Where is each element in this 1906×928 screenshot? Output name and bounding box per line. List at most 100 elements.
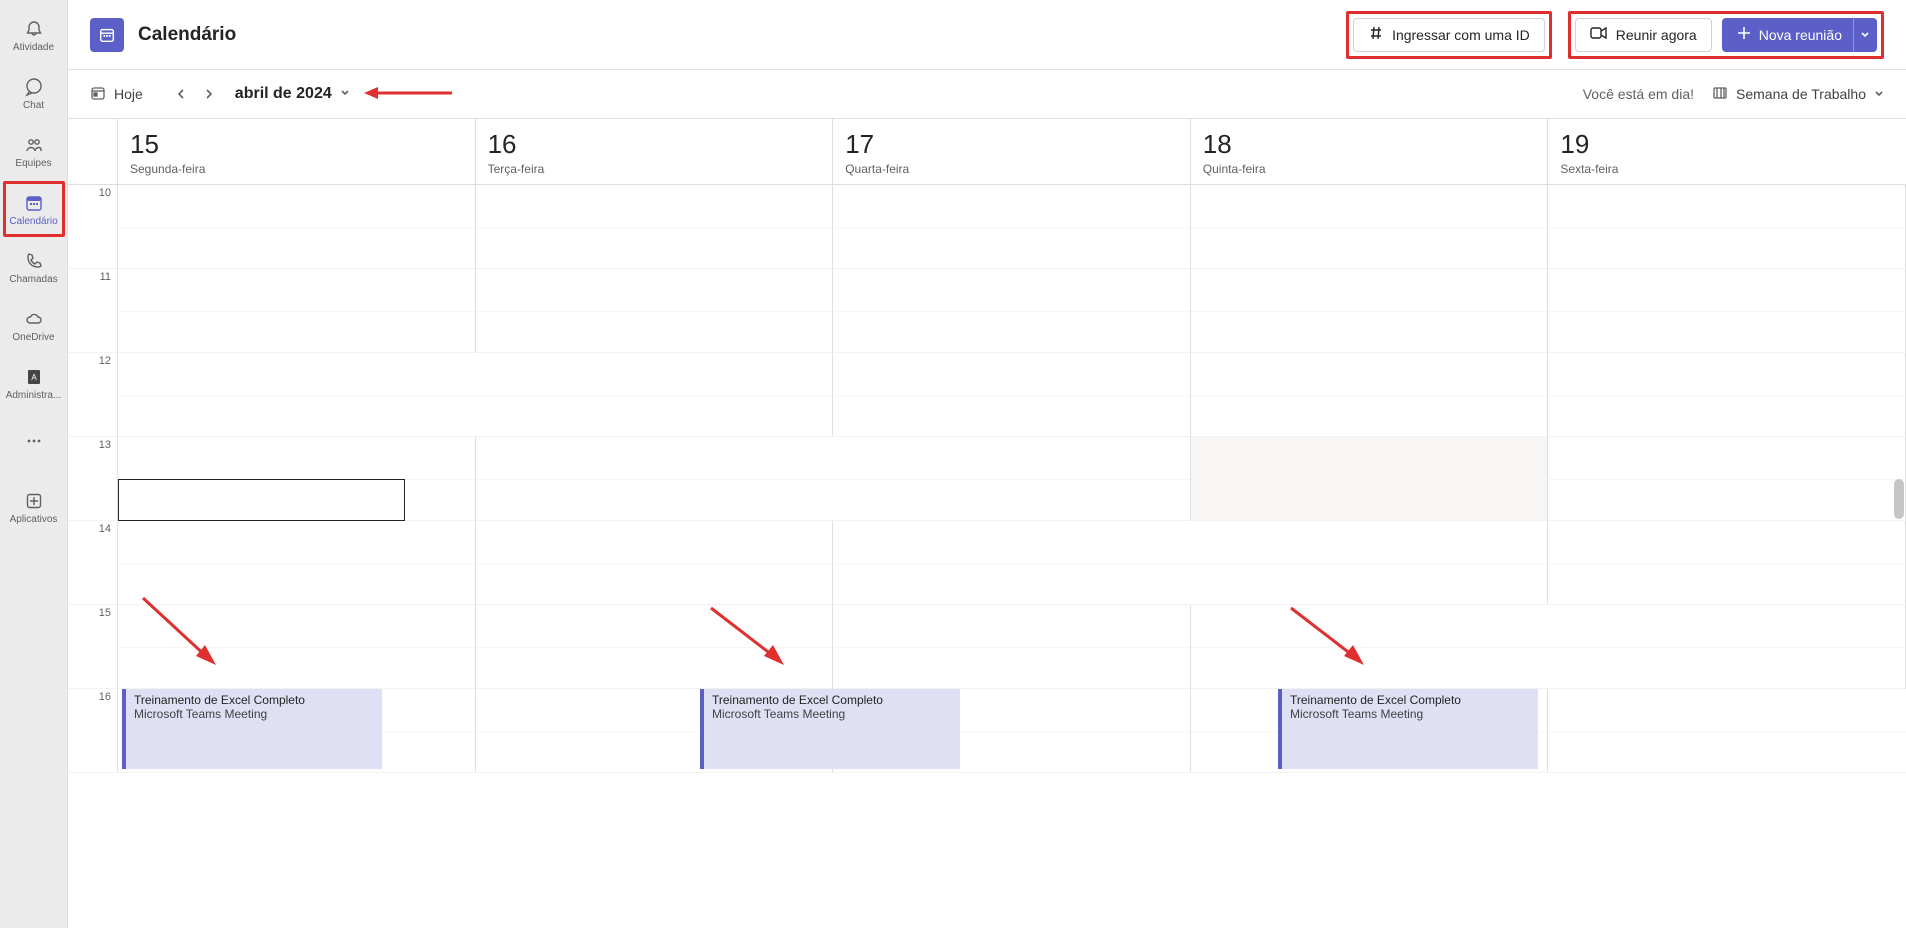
time-slot[interactable]: [118, 353, 476, 437]
top-bar: Calendário Ingressar com uma ID Reunir a…: [68, 0, 1906, 70]
time-slot[interactable]: [1191, 437, 1549, 521]
rail-label: Equipes: [15, 159, 51, 169]
rail-label: OneDrive: [12, 333, 54, 343]
chevron-down-icon: [340, 85, 350, 103]
new-meeting-label: Nova reunião: [1759, 27, 1842, 43]
plus-icon: [1737, 26, 1751, 43]
calendar-icon: [22, 191, 46, 215]
time-slot[interactable]: [476, 269, 834, 353]
rail-item-calls[interactable]: Chamadas: [3, 239, 65, 295]
time-slot[interactable]: [1548, 185, 1906, 269]
time-slot[interactable]: [118, 605, 476, 689]
prev-week-button[interactable]: [167, 80, 195, 108]
chat-icon: [22, 75, 46, 99]
annotation-box-meet: Reunir agora Nova reunião: [1568, 11, 1884, 59]
time-slot[interactable]: [476, 521, 834, 605]
rail-item-chat[interactable]: Chat: [3, 65, 65, 121]
chevron-down-icon: [1860, 27, 1870, 43]
time-slot[interactable]: [1548, 605, 1906, 689]
calendar-event[interactable]: Treinamento de Excel Completo Microsoft …: [1278, 689, 1538, 769]
time-slot[interactable]: [118, 521, 476, 605]
time-slot[interactable]: [118, 269, 476, 353]
rail-item-calendar[interactable]: Calendário: [3, 181, 65, 237]
annotation-box-join: Ingressar com uma ID: [1346, 11, 1552, 59]
calendar-app-icon: [90, 18, 124, 52]
month-picker[interactable]: abril de 2024: [235, 85, 350, 103]
time-slot[interactable]: [118, 437, 476, 521]
time-slot[interactable]: [833, 185, 1191, 269]
apps-icon: [22, 489, 46, 513]
today-button[interactable]: Hoje: [90, 85, 143, 104]
bell-icon: [22, 17, 46, 41]
day-header[interactable]: 19Sexta-feira: [1548, 119, 1906, 184]
rail-label: Aplicativos: [10, 515, 58, 525]
next-week-button[interactable]: [195, 80, 223, 108]
time-label: 10: [68, 185, 118, 269]
new-meeting-dropdown[interactable]: [1853, 18, 1877, 52]
time-slot[interactable]: [1548, 353, 1906, 437]
scrollbar-thumb[interactable]: [1894, 479, 1904, 519]
hash-icon: [1368, 25, 1384, 44]
rail-item-more[interactable]: [3, 413, 65, 469]
video-icon: [1590, 25, 1608, 44]
time-label: 13: [68, 437, 118, 521]
time-label: 12: [68, 353, 118, 437]
calendar-event[interactable]: Treinamento de Excel Completo Microsoft …: [700, 689, 960, 769]
time-slot[interactable]: [1191, 521, 1549, 605]
admin-icon: A: [22, 365, 46, 389]
time-slot[interactable]: [1191, 269, 1549, 353]
calendar-grid: 15Segunda-feira 16Terça-feira 17Quarta-f…: [68, 118, 1906, 928]
page-title: Calendário: [138, 24, 236, 46]
more-icon: [22, 429, 46, 453]
rail-label: Calendário: [9, 217, 57, 227]
svg-text:A: A: [31, 373, 37, 382]
grid-body[interactable]: 10111213141516 Treinamento de Excel Comp…: [68, 185, 1906, 928]
time-label: 15: [68, 605, 118, 689]
left-rail: Atividade Chat Equipes Calendário Chamad…: [0, 0, 68, 928]
time-slot[interactable]: [1548, 269, 1906, 353]
main-area: Calendário Ingressar com uma ID Reunir a…: [68, 0, 1906, 928]
meet-now-button[interactable]: Reunir agora: [1575, 18, 1712, 52]
day-header-row: 15Segunda-feira 16Terça-feira 17Quarta-f…: [68, 119, 1906, 185]
view-label: Semana de Trabalho: [1736, 86, 1866, 102]
join-with-id-label: Ingressar com uma ID: [1392, 27, 1530, 43]
time-slot[interactable]: [476, 437, 834, 521]
cloud-icon: [22, 307, 46, 331]
time-slot[interactable]: [1548, 437, 1906, 521]
view-selector[interactable]: Semana de Trabalho: [1712, 85, 1884, 104]
view-icon: [1712, 85, 1728, 104]
time-slot[interactable]: [1191, 185, 1549, 269]
day-header[interactable]: 15Segunda-feira: [118, 119, 476, 184]
phone-icon: [22, 249, 46, 273]
time-slot[interactable]: [1548, 689, 1906, 773]
time-slot[interactable]: [833, 521, 1191, 605]
time-slot[interactable]: [476, 353, 834, 437]
day-header[interactable]: 16Terça-feira: [476, 119, 834, 184]
rail-item-activity[interactable]: Atividade: [3, 7, 65, 63]
time-slot[interactable]: [833, 269, 1191, 353]
day-header[interactable]: 18Quinta-feira: [1191, 119, 1549, 184]
time-label: 11: [68, 269, 118, 353]
time-slot[interactable]: [118, 185, 476, 269]
rail-item-teams[interactable]: Equipes: [3, 123, 65, 179]
time-slot[interactable]: [833, 437, 1191, 521]
day-header[interactable]: 17Quarta-feira: [833, 119, 1191, 184]
rail-item-admin[interactable]: A Administra...: [3, 355, 65, 411]
calendar-event[interactable]: Treinamento de Excel Completo Microsoft …: [122, 689, 382, 769]
time-slot[interactable]: [833, 353, 1191, 437]
new-meeting-button[interactable]: Nova reunião: [1722, 18, 1857, 52]
join-with-id-button[interactable]: Ingressar com uma ID: [1353, 18, 1545, 52]
rail-item-apps[interactable]: Aplicativos: [3, 479, 65, 535]
time-slot[interactable]: [476, 605, 834, 689]
rail-item-onedrive[interactable]: OneDrive: [3, 297, 65, 353]
time-slot[interactable]: [1191, 605, 1549, 689]
time-slot[interactable]: [1548, 521, 1906, 605]
time-slot[interactable]: [476, 185, 834, 269]
time-slot[interactable]: [833, 605, 1191, 689]
time-label: 16: [68, 689, 118, 773]
time-slot[interactable]: [1191, 353, 1549, 437]
chevron-down-icon: [1874, 86, 1884, 102]
rail-label: Administra...: [6, 391, 62, 401]
today-label: Hoje: [114, 86, 143, 102]
rail-label: Atividade: [13, 43, 54, 53]
